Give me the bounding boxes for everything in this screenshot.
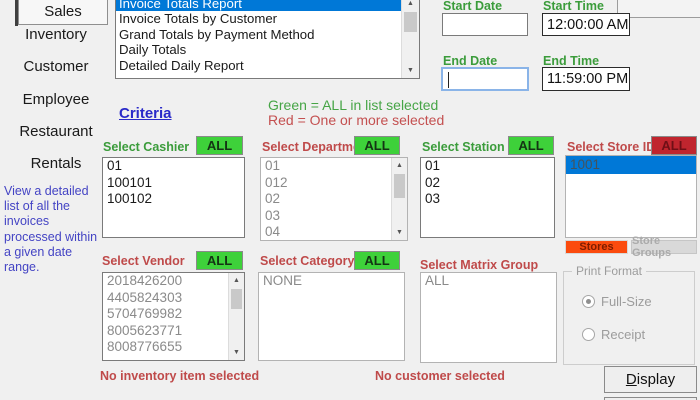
sidebar-item-rentals[interactable]: Rentals: [0, 155, 112, 173]
sidebar-item-sales[interactable]: Sales: [18, 0, 108, 25]
criteria-link[interactable]: Criteria: [119, 105, 172, 122]
scroll-up-icon: ▲: [229, 273, 244, 288]
list-item[interactable]: 100102: [103, 191, 244, 208]
vendor-list: 2018426200 4405824303 5704769982 8005623…: [102, 272, 245, 361]
scrollbar-thumb: [394, 174, 405, 198]
select-matrix-group-label: Select Matrix Group: [420, 258, 538, 272]
display-button-label: isplay: [637, 371, 675, 388]
text-caret: [448, 72, 449, 88]
display-button-accesskey: D: [626, 371, 637, 388]
sidebar-item-employee[interactable]: Employee: [0, 91, 112, 109]
scroll-down-icon[interactable]: ▼: [402, 63, 419, 78]
category-list: NONE: [258, 272, 405, 361]
scroll-down-icon: ▼: [229, 345, 244, 360]
report-type-list[interactable]: Invoice Totals Report Invoice Totals by …: [115, 0, 420, 79]
print-format-title: Print Format: [572, 264, 646, 278]
list-item: 012: [261, 175, 407, 192]
end-time-label: End Time: [543, 54, 599, 68]
department-list-scrollbar: ▲ ▼: [391, 158, 407, 240]
radio-label: Full-Size: [601, 294, 652, 309]
display-button[interactable]: Display: [604, 366, 697, 393]
list-item: 5704769982: [103, 306, 244, 323]
list-item: 02: [261, 191, 407, 208]
report-list-item[interactable]: Grand Totals by Payment Method: [116, 27, 419, 42]
list-item: 03: [261, 208, 407, 225]
end-date-input[interactable]: [441, 67, 529, 91]
category-all-button[interactable]: ALL: [354, 251, 400, 270]
report-list-scrollbar[interactable]: ▲ ▼: [401, 0, 419, 78]
select-category-label: Select Category: [260, 254, 354, 268]
list-item[interactable]: 01: [103, 158, 244, 175]
list-item: 04: [261, 224, 407, 241]
end-time-field[interactable]: 11:59:00 PM: [542, 67, 630, 91]
list-item[interactable]: 02: [421, 175, 554, 192]
scroll-up-icon[interactable]: ▲: [402, 0, 419, 11]
sidebar-item-label: Sales: [44, 3, 82, 20]
store-id-list[interactable]: 1001: [565, 155, 697, 238]
radio-selected-icon: [586, 299, 591, 304]
store-groups-button: Store Groups: [631, 240, 697, 254]
report-list-item[interactable]: Invoice Totals Report: [116, 0, 419, 11]
select-vendor-label: Select Vendor: [102, 254, 185, 268]
cashier-all-button[interactable]: ALL: [196, 136, 243, 155]
start-date-input[interactable]: [442, 13, 528, 36]
list-item: NONE: [259, 273, 404, 290]
report-list-item[interactable]: Daily Totals: [116, 42, 419, 57]
legend-green: Green = ALL in list selected: [268, 97, 438, 113]
inventory-status-message: No inventory item selected: [100, 369, 259, 383]
select-cashier-label: Select Cashier: [103, 140, 189, 154]
department-list: 01 012 02 03 04 ▲ ▼: [260, 157, 408, 241]
vendor-list-scrollbar: ▲ ▼: [228, 273, 244, 360]
list-item[interactable]: 1001: [566, 156, 696, 174]
cashier-list[interactable]: 01 100101 100102: [102, 157, 245, 238]
scroll-down-icon: ▼: [392, 225, 407, 240]
list-item: 8005623771: [103, 323, 244, 340]
sidebar-item-restaurant[interactable]: Restaurant: [0, 123, 112, 141]
start-date-label: Start Date: [443, 0, 502, 13]
radio-receipt: [582, 328, 595, 341]
list-item[interactable]: 03: [421, 191, 554, 208]
report-list-item[interactable]: Detailed Daily Report: [116, 58, 419, 73]
station-all-button[interactable]: ALL: [508, 136, 554, 155]
end-date-label: End Date: [443, 54, 497, 68]
list-item: 01: [261, 158, 407, 175]
scrollbar-thumb[interactable]: [404, 12, 417, 32]
legend-red: Red = One or more selected: [268, 112, 444, 128]
pos-report-window: Sales Inventory Customer Employee Restau…: [0, 0, 700, 400]
department-all-button[interactable]: ALL: [354, 136, 400, 155]
stores-button[interactable]: Stores: [565, 240, 628, 254]
list-item: 4405824303: [103, 290, 244, 307]
select-station-label: Select Station: [422, 140, 505, 154]
select-store-id-label: Select Store ID: [567, 140, 655, 154]
scrollbar-thumb: [231, 289, 242, 309]
list-item: 8008776655: [103, 339, 244, 356]
sidebar-item-inventory[interactable]: Inventory: [0, 26, 112, 44]
list-item: 2018426200: [103, 273, 244, 290]
station-list[interactable]: 01 02 03: [420, 157, 555, 238]
scroll-up-icon: ▲: [392, 158, 407, 173]
customer-status-message: No customer selected: [375, 369, 505, 383]
start-time-field[interactable]: 12:00:00 AM: [542, 13, 630, 36]
report-list-item[interactable]: Invoice Totals by Customer: [116, 11, 419, 26]
matrix-group-list: ALL: [420, 272, 557, 363]
list-item[interactable]: 01: [421, 158, 554, 175]
radio-label: Receipt: [601, 327, 645, 342]
list-item: ALL: [421, 273, 556, 290]
radio-full-size: [582, 295, 595, 308]
list-item[interactable]: 100101: [103, 175, 244, 192]
vendor-all-button[interactable]: ALL: [196, 251, 243, 270]
sidebar-item-customer[interactable]: Customer: [0, 58, 112, 76]
start-time-label: Start Time: [543, 0, 604, 13]
print-format-group: Print Format Full-Size Receipt: [563, 271, 695, 365]
store-id-all-button[interactable]: ALL: [651, 136, 697, 155]
report-description: View a detailed list of all the invoices…: [4, 184, 106, 275]
